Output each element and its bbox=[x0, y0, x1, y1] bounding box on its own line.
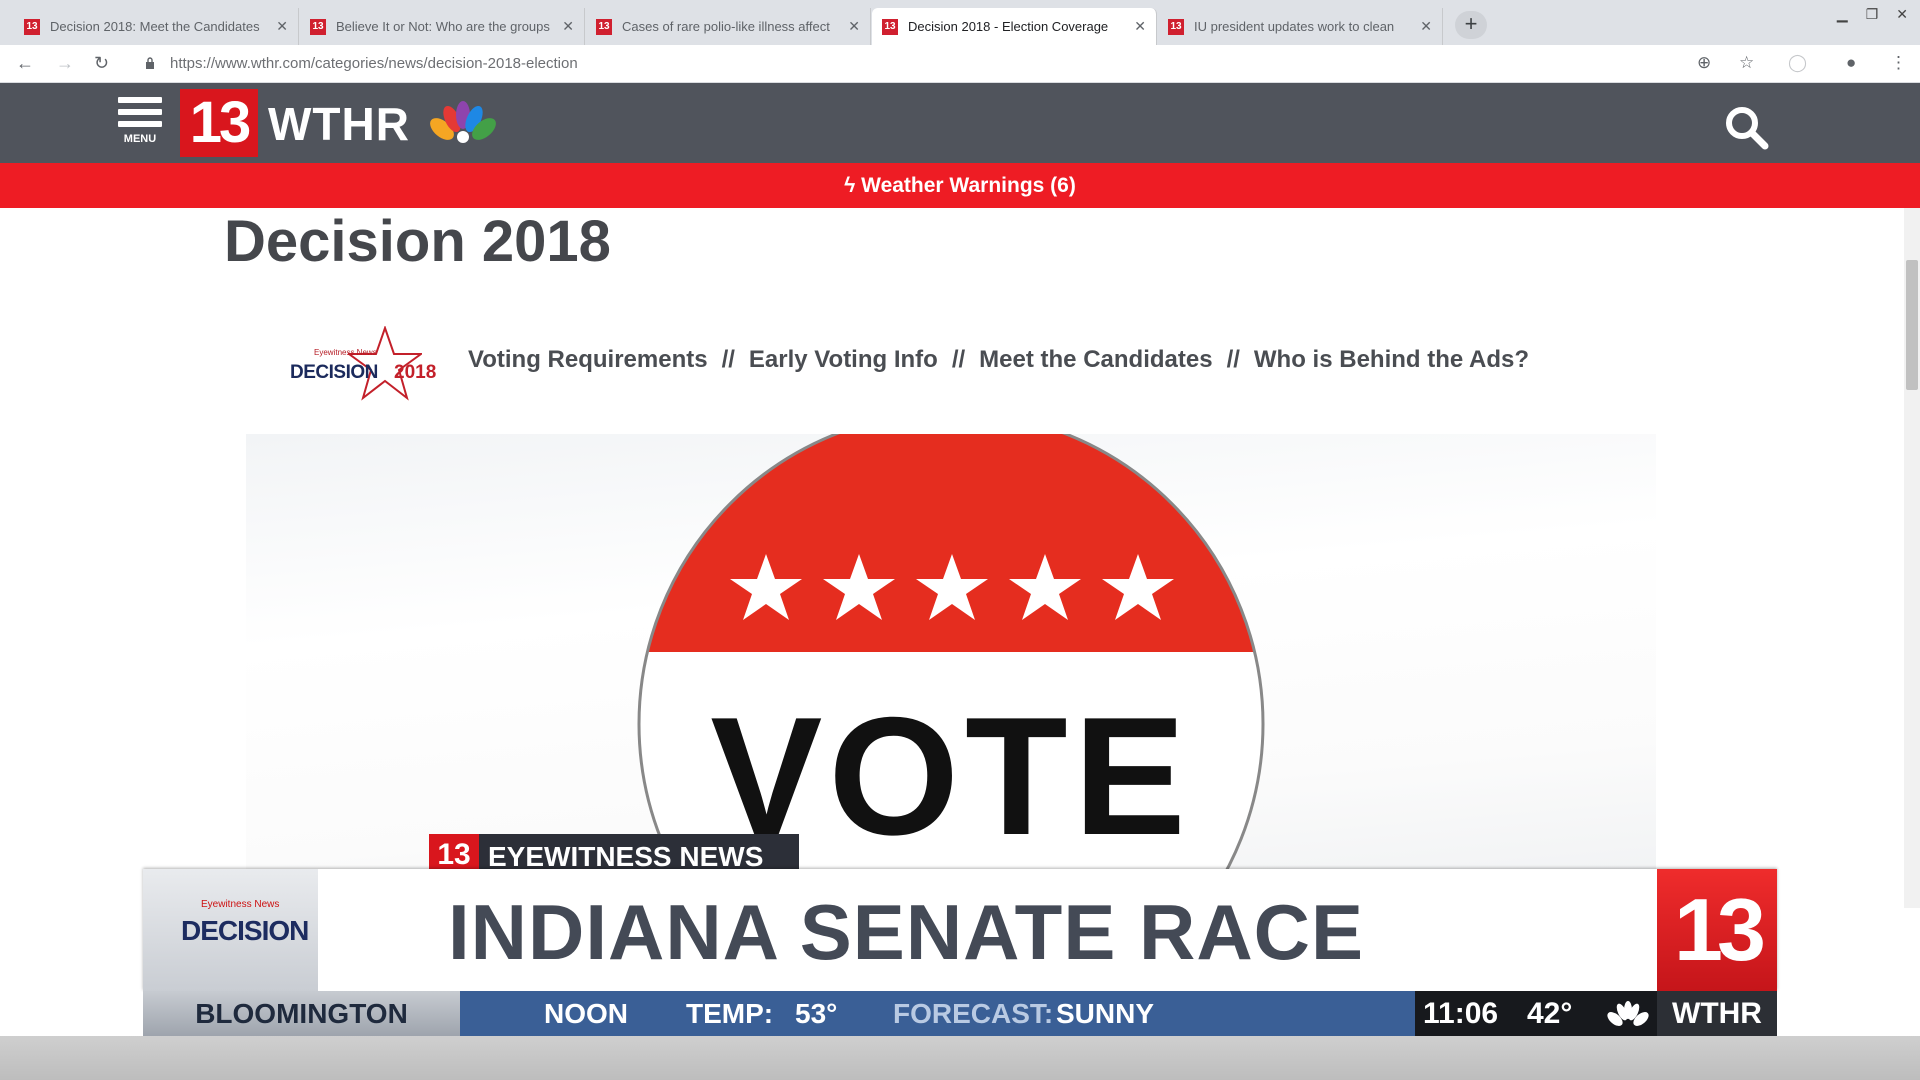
close-tab-icon[interactable]: ✕ bbox=[1420, 18, 1432, 35]
ticker-forecast-label: FORECAST: bbox=[893, 998, 1054, 1029]
forward-icon[interactable]: → bbox=[56, 53, 74, 74]
minimize-icon[interactable]: ▁ bbox=[1837, 6, 1848, 23]
menu-label: MENU bbox=[123, 133, 157, 145]
extension-icon[interactable]: ◯ bbox=[1788, 53, 1807, 73]
nbc-peacock-icon bbox=[1607, 1001, 1649, 1026]
tab-title: Cases of rare polio-like illness affect bbox=[622, 19, 830, 34]
ticker-weather: NOON TEMP: 53° FORECAST: SUNNY bbox=[460, 991, 1415, 1036]
address-bar[interactable]: https://www.wthr.com/categories/news/dec… bbox=[170, 55, 578, 72]
subnav-link-early-voting[interactable]: Early Voting Info bbox=[749, 346, 938, 374]
favicon-icon: 13 bbox=[24, 18, 40, 35]
favicon-icon: 13 bbox=[882, 18, 898, 35]
eyewitness-news-banner: EYEWITNESS NEWS bbox=[488, 841, 763, 872]
logo-wthr[interactable]: WTHR bbox=[268, 97, 410, 151]
favicon-icon: 13 bbox=[1168, 18, 1184, 35]
site-header: MENU 13 WTHR bbox=[0, 83, 1920, 163]
nbc-peacock-icon bbox=[430, 101, 496, 143]
zoom-icon[interactable]: ⊕ bbox=[1697, 53, 1711, 73]
vote-button-image: VOTE 13 EYEWITNESS NEWS bbox=[429, 434, 1265, 924]
broadcast-headline: INDIANA SENATE RACE bbox=[448, 888, 1365, 976]
ticker-forecast-value: SUNNY bbox=[1056, 998, 1155, 1029]
logo-13[interactable]: 13 bbox=[180, 89, 258, 157]
browser-tab[interactable]: 13 IU president updates work to clean ✕ bbox=[1158, 8, 1443, 45]
page-title: Decision 2018 bbox=[224, 209, 611, 274]
favicon-icon: 13 bbox=[310, 18, 326, 35]
close-tab-icon[interactable]: ✕ bbox=[562, 18, 574, 35]
tab-title: Believe It or Not: Who are the groups bbox=[336, 19, 550, 34]
ticker-temp-label: TEMP: bbox=[686, 998, 774, 1029]
profile-icon[interactable]: ● bbox=[1846, 53, 1856, 73]
lightning-icon: ϟ bbox=[844, 174, 856, 197]
svg-text:13: 13 bbox=[437, 838, 470, 871]
ticker-brand: WTHR bbox=[1657, 991, 1777, 1036]
broadcast-decision-logo: Eyewitness News DECISION bbox=[143, 869, 318, 991]
reload-icon[interactable]: ↻ bbox=[94, 53, 109, 74]
new-tab-button[interactable]: + bbox=[1455, 11, 1487, 39]
decision-2018-logo[interactable]: Eyewitness News DECISION 2018 bbox=[290, 326, 440, 402]
search-icon[interactable] bbox=[1722, 103, 1770, 151]
weather-warnings-bar[interactable]: ϟ Weather Warnings (6) bbox=[0, 163, 1920, 208]
decision-subnav: Voting Requirements // Early Voting Info… bbox=[468, 346, 1530, 374]
lock-icon bbox=[146, 57, 154, 69]
close-window-icon[interactable]: ✕ bbox=[1896, 6, 1908, 23]
browser-tab[interactable]: 13 Cases of rare polio-like illness affe… bbox=[586, 8, 871, 45]
close-tab-icon[interactable]: ✕ bbox=[848, 18, 860, 35]
ticker-location: BLOOMINGTON bbox=[143, 991, 460, 1036]
browser-tabstrip: 13 Decision 2018: Meet the Candidates ✕ … bbox=[0, 0, 1920, 45]
close-tab-icon[interactable]: ✕ bbox=[1134, 18, 1146, 35]
browser-toolbar: ← → ↻ https://www.wthr.com/categories/ne… bbox=[0, 45, 1920, 83]
browser-tab[interactable]: 13 Decision 2018: Meet the Candidates ✕ bbox=[14, 8, 299, 45]
ticker-time: 11:06 bbox=[1423, 997, 1499, 1030]
favicon-icon: 13 bbox=[596, 18, 612, 35]
window-controls: ▁ ❐ ✕ bbox=[1837, 6, 1908, 23]
more-menu-icon[interactable]: ⋮ bbox=[1890, 53, 1907, 73]
tab-title: Decision 2018: Meet the Candidates bbox=[50, 19, 260, 34]
bottom-edge bbox=[0, 1036, 1920, 1080]
broadcast-lower-third: Eyewitness News DECISION INDIANA SENATE … bbox=[143, 869, 1777, 991]
tab-title: Decision 2018 - Election Coverage bbox=[908, 19, 1109, 34]
screen: 13 Decision 2018: Meet the Candidates ✕ … bbox=[0, 0, 1920, 1080]
browser-tab[interactable]: 13 Believe It or Not: Who are the groups… bbox=[300, 8, 585, 45]
scrollbar-thumb[interactable] bbox=[1906, 260, 1918, 390]
weather-warnings-label: Weather Warnings (6) bbox=[861, 174, 1076, 197]
menu-button[interactable]: MENU bbox=[116, 97, 164, 151]
browser-tab-active[interactable]: 13 Decision 2018 - Election Coverage ✕ bbox=[872, 8, 1157, 45]
restore-icon[interactable]: ❐ bbox=[1866, 6, 1879, 23]
subnav-link-who-behind-ads[interactable]: Who is Behind the Ads? bbox=[1254, 346, 1529, 374]
ticker-show: NOON bbox=[544, 998, 628, 1029]
back-icon[interactable]: ← bbox=[16, 53, 34, 74]
ticker-temp-value: 53° bbox=[795, 998, 838, 1029]
subnav-link-meet-candidates[interactable]: Meet the Candidates bbox=[979, 346, 1212, 374]
tab-title: IU president updates work to clean bbox=[1194, 19, 1395, 34]
broadcast-ticker: BLOOMINGTON NOON TEMP: 53° FORECAST: SUN… bbox=[143, 991, 1777, 1036]
ticker-current-temp: 42° bbox=[1527, 997, 1573, 1030]
close-tab-icon[interactable]: ✕ bbox=[276, 18, 288, 35]
channel-13-logo: 13 bbox=[1657, 869, 1777, 991]
hero-image[interactable]: VOTE 13 EYEWITNESS NEWS bbox=[246, 434, 1656, 924]
bookmark-star-icon[interactable]: ☆ bbox=[1739, 53, 1754, 73]
ticker-time-temp: 11:06 42° bbox=[1415, 991, 1657, 1036]
subnav-link-voting-requirements[interactable]: Voting Requirements bbox=[468, 346, 708, 374]
scrollbar[interactable] bbox=[1904, 208, 1920, 908]
